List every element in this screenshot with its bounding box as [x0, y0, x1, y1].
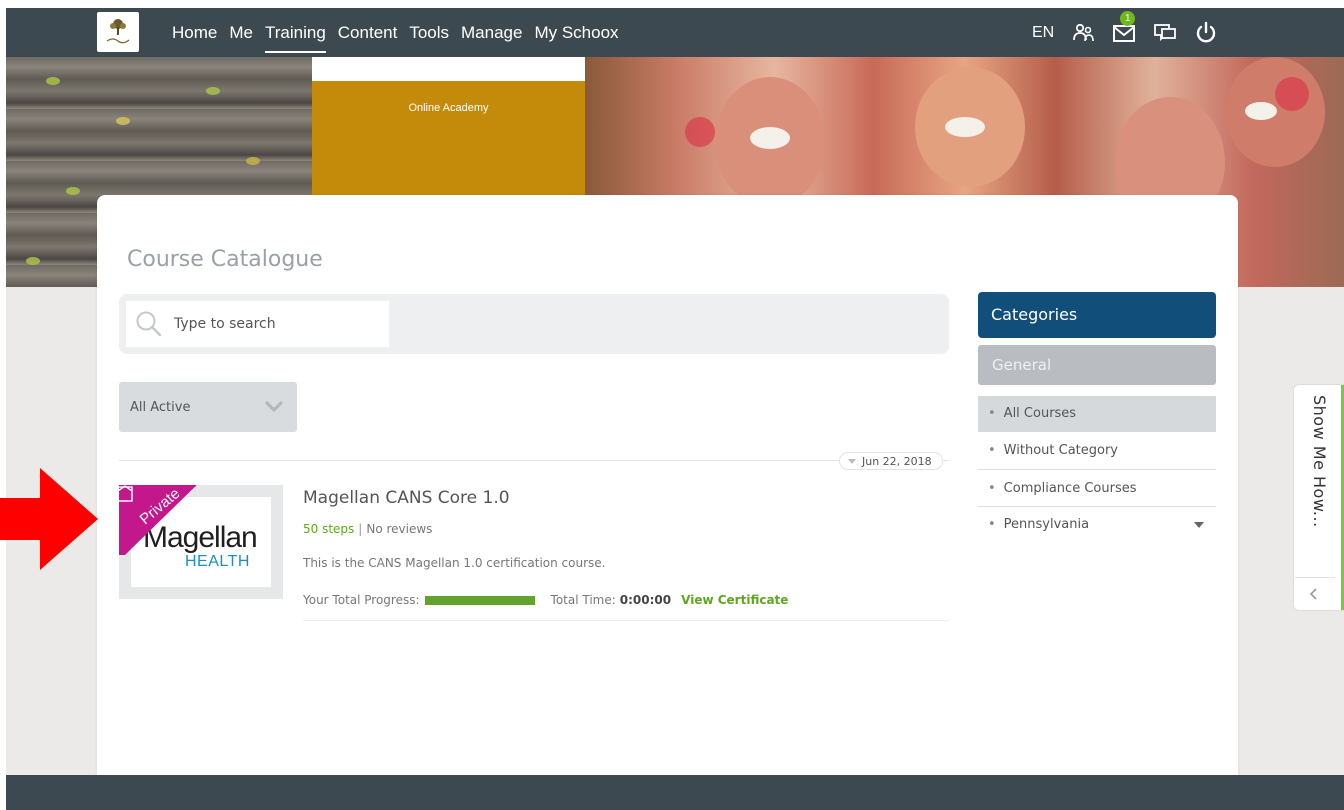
date-divider	[119, 460, 949, 461]
view-certificate-link[interactable]: View Certificate	[681, 593, 788, 607]
category-label: Pennsylvania	[1003, 517, 1090, 532]
category-label: All Courses	[1003, 406, 1077, 421]
nav-me[interactable]: Me	[223, 8, 259, 57]
time-label: Total Time:	[550, 593, 616, 607]
page-title: Course Catalogue	[127, 247, 323, 272]
red-arrow-annotation	[0, 468, 98, 570]
category-all-courses[interactable]: • All Courses	[978, 396, 1216, 432]
course-date: Jun 22, 2018	[862, 454, 932, 468]
academy-logo[interactable]	[97, 12, 139, 52]
expand-caret-icon[interactable]	[1194, 522, 1204, 528]
category-divider	[978, 469, 1216, 470]
progress-bar-fill	[424, 595, 535, 605]
chat-icon[interactable]	[1152, 20, 1178, 46]
course-thumbnail[interactable]: Magellan HEALTH Private	[119, 485, 283, 599]
chevron-down-icon	[265, 401, 283, 412]
footer-bar	[6, 775, 1344, 810]
nav-training[interactable]: Training	[259, 8, 332, 57]
show-me-how-divider	[1295, 577, 1335, 578]
course-meta: 50 steps | No reviews	[303, 522, 433, 536]
show-me-how-label: Show Me How...	[1310, 395, 1329, 528]
search-icon	[136, 311, 162, 337]
progress-bar	[424, 595, 535, 605]
banner-white-tile	[312, 57, 585, 81]
course-catalogue-card: Course Catalogue All Active Jun 22, 2018	[97, 195, 1238, 810]
category-label: Without Category	[1003, 443, 1118, 458]
course-date-tag: Jun 22, 2018	[839, 452, 943, 470]
academy-logo-icon	[106, 19, 130, 44]
notification-badge: 1	[1120, 10, 1136, 26]
search-box[interactable]	[126, 301, 389, 347]
course-reviews: No reviews	[366, 522, 433, 536]
course-description: This is the CANS Magellan 1.0 certificat…	[303, 556, 606, 570]
progress-label: Your Total Progress:	[303, 593, 420, 607]
time-value: 0:00:00	[619, 593, 672, 607]
banner-tile-label: Online Academy	[408, 102, 489, 114]
nav-my-schoox[interactable]: My Schoox	[528, 8, 624, 57]
nav-manage[interactable]: Manage	[455, 8, 528, 57]
course-steps[interactable]: 50 steps	[303, 522, 354, 536]
category-group-general[interactable]: General	[978, 345, 1216, 385]
people-icon[interactable]	[1070, 20, 1096, 46]
category-compliance-courses[interactable]: • Compliance Courses	[978, 471, 1216, 507]
course-divider	[303, 620, 949, 621]
nav-home[interactable]: Home	[166, 8, 223, 57]
search-bar	[119, 294, 949, 354]
show-me-how-tab[interactable]: Show Me How...	[1293, 384, 1344, 611]
language-selector[interactable]: EN	[1032, 24, 1054, 42]
categories-header: Categories	[978, 292, 1216, 338]
status-filter-dropdown[interactable]: All Active	[119, 382, 297, 432]
nav-tools[interactable]: Tools	[403, 8, 455, 57]
category-without-category[interactable]: • Without Category	[978, 433, 1216, 469]
messages-icon[interactable]: 1	[1111, 10, 1137, 46]
course-title[interactable]: Magellan CANS Core 1.0	[303, 488, 510, 508]
power-icon[interactable]	[1193, 20, 1219, 46]
search-input[interactable]	[174, 316, 374, 332]
chevron-left-icon[interactable]	[1308, 586, 1320, 602]
nav-content[interactable]: Content	[332, 8, 404, 57]
top-navigation-bar: Home Me Training Content Tools Manage My…	[6, 8, 1344, 57]
status-filter-label: All Active	[130, 399, 191, 415]
date-caret-icon	[848, 458, 856, 464]
private-ribbon: Private	[119, 485, 197, 555]
course-progress-row: Your Total Progress: Total Time: 0:00:00…	[303, 593, 788, 607]
category-pennsylvania[interactable]: • Pennsylvania	[978, 507, 1216, 543]
app-frame: Home Me Training Content Tools Manage My…	[6, 8, 1344, 810]
category-label: Compliance Courses	[1003, 481, 1137, 496]
topbar-right: EN 1	[1032, 8, 1234, 57]
main-nav: Home Me Training Content Tools Manage My…	[166, 8, 625, 57]
